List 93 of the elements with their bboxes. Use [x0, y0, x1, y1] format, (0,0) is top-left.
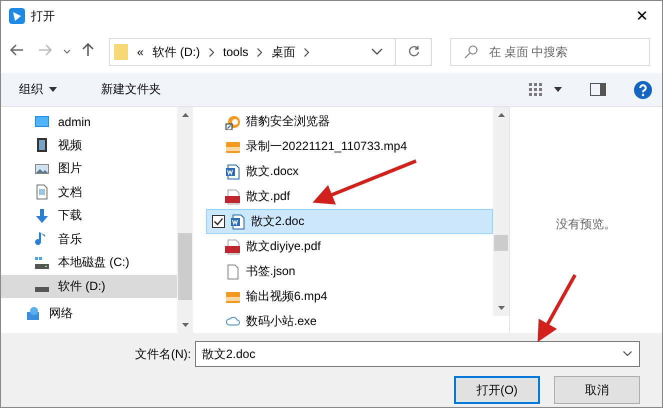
chevron-down-icon[interactable]	[63, 49, 71, 55]
preview-message: 没有预览。	[556, 216, 616, 232]
word-file-icon	[230, 214, 246, 230]
file-name: 散文.pdf	[246, 188, 290, 205]
chevron-icon[interactable]	[304, 48, 310, 56]
film-icon	[34, 137, 50, 154]
filename-field[interactable]: 散文2.doc	[195, 341, 640, 367]
chevron-down-icon[interactable]	[371, 48, 383, 56]
file-name: 猎豹安全浏览器	[246, 113, 330, 130]
pdf-file-icon	[225, 188, 241, 204]
scroll-down-icon[interactable]	[182, 323, 188, 327]
file-row[interactable]: 录制一20221121_110733.mp4	[206, 134, 493, 159]
folder-icon	[114, 43, 128, 61]
file-name: 散文2.doc	[251, 213, 304, 230]
document-icon	[34, 184, 50, 200]
annotation-arrow	[538, 274, 577, 342]
nav-item[interactable]: 视频	[1, 134, 177, 157]
nav-label: 下载	[58, 207, 82, 224]
file-name: 书签.json	[246, 263, 296, 280]
refresh-button[interactable]	[396, 38, 432, 66]
file-name: 散文diyiye.pdf	[246, 238, 321, 255]
file-row[interactable]: 散文2.doc	[206, 209, 493, 234]
file-row[interactable]: 猎豹安全浏览器	[206, 109, 493, 134]
file-row[interactable]: 散文diyiye.pdf	[206, 234, 493, 259]
search-icon	[464, 45, 478, 59]
file-row[interactable]: 书签.json	[206, 259, 493, 284]
chevron-icon[interactable]	[257, 48, 262, 56]
scroll-up-icon[interactable]	[498, 113, 504, 117]
pdf-file-icon	[225, 238, 241, 254]
file-row[interactable]: 数码小站.exe	[206, 309, 493, 334]
preview-pane-icon[interactable]	[590, 83, 606, 96]
browser-shortcut-icon	[225, 114, 241, 130]
close-button[interactable]: ✕	[622, 1, 662, 31]
forward-arrow-icon	[38, 44, 52, 56]
caret-icon	[49, 87, 57, 92]
breadcrumb[interactable]: 软件 (D:)	[152, 44, 200, 60]
nav-item[interactable]: 下载	[1, 204, 177, 228]
network-icon	[25, 306, 41, 322]
drive-icon	[34, 254, 50, 271]
nav-item[interactable]: 音乐	[1, 228, 177, 251]
nav-item[interactable]: 文档	[1, 180, 177, 204]
search-field[interactable]: 在 桌面 中搜索	[450, 38, 650, 66]
chevron-icon[interactable]	[209, 48, 214, 56]
scroll-down-icon[interactable]	[498, 306, 504, 310]
nav-item[interactable]: 软件 (D:)	[1, 274, 177, 298]
window-title: 打开	[31, 8, 56, 24]
nav-label: 图片	[58, 160, 82, 178]
nav-item[interactable]: 本地磁盘 (C:)	[1, 251, 177, 274]
back-arrow-icon	[10, 44, 24, 56]
chevron-down-icon[interactable]	[623, 351, 632, 356]
scrollbar[interactable]	[177, 107, 193, 333]
file-row[interactable]: 散文.pdf	[206, 184, 493, 209]
scroll-up-icon[interactable]	[182, 113, 188, 117]
view-grid-icon[interactable]	[528, 82, 544, 98]
scrollbar[interactable]	[493, 107, 509, 316]
file-name: 输出视频6.mp4	[246, 288, 328, 305]
nav-item[interactable]: 图片	[1, 157, 177, 180]
file-name: 录制一20221121_110733.mp4	[246, 138, 408, 155]
scroll-thumb[interactable]	[494, 235, 508, 251]
help-icon[interactable]	[634, 80, 652, 98]
refresh-icon	[408, 45, 420, 57]
breadcrumb-overflow[interactable]: «	[137, 45, 144, 59]
nav-item[interactable]: admin	[1, 110, 177, 134]
new-folder-button[interactable]: 新建文件夹	[93, 81, 169, 98]
down-arrow-icon	[34, 208, 50, 224]
breadcrumb[interactable]: tools	[223, 45, 248, 59]
file-name: 数码小站.exe	[246, 313, 317, 330]
drive-icon	[34, 286, 50, 292]
file-name: 散文.docx	[246, 163, 299, 180]
checkbox-icon[interactable]	[212, 215, 225, 228]
file-row[interactable]: 输出视频6.mp4	[206, 284, 493, 309]
nav-label: 网络	[49, 305, 73, 322]
nav-label: 音乐	[58, 230, 82, 248]
scroll-thumb[interactable]	[178, 233, 192, 300]
blank-file-icon	[225, 264, 241, 280]
nav-label: 文档	[58, 184, 82, 201]
nav-label: 视频	[58, 136, 82, 154]
nav-label: 本地磁盘 (C:)	[58, 254, 130, 272]
up-arrow-icon	[82, 42, 94, 56]
nav-label: 软件 (D:)	[58, 278, 106, 295]
app-icon	[9, 8, 25, 24]
cancel-button[interactable]: 取消	[554, 376, 640, 404]
address-bar[interactable]: « 软件 (D:) tools 桌面	[109, 38, 396, 66]
open-button[interactable]: 打开(O)	[454, 376, 540, 404]
word-file-icon	[225, 164, 241, 180]
file-row[interactable]: 散文.docx	[206, 159, 493, 184]
nav-item[interactable]: 网络	[1, 302, 177, 325]
filename-label: 文件名(N):	[135, 346, 191, 362]
desktop-icon	[34, 114, 50, 130]
breadcrumb[interactable]: 桌面	[271, 44, 296, 60]
organize-menu[interactable]: 组织	[11, 81, 65, 98]
caret-icon[interactable]	[554, 87, 562, 92]
nav-label: admin	[58, 114, 91, 129]
